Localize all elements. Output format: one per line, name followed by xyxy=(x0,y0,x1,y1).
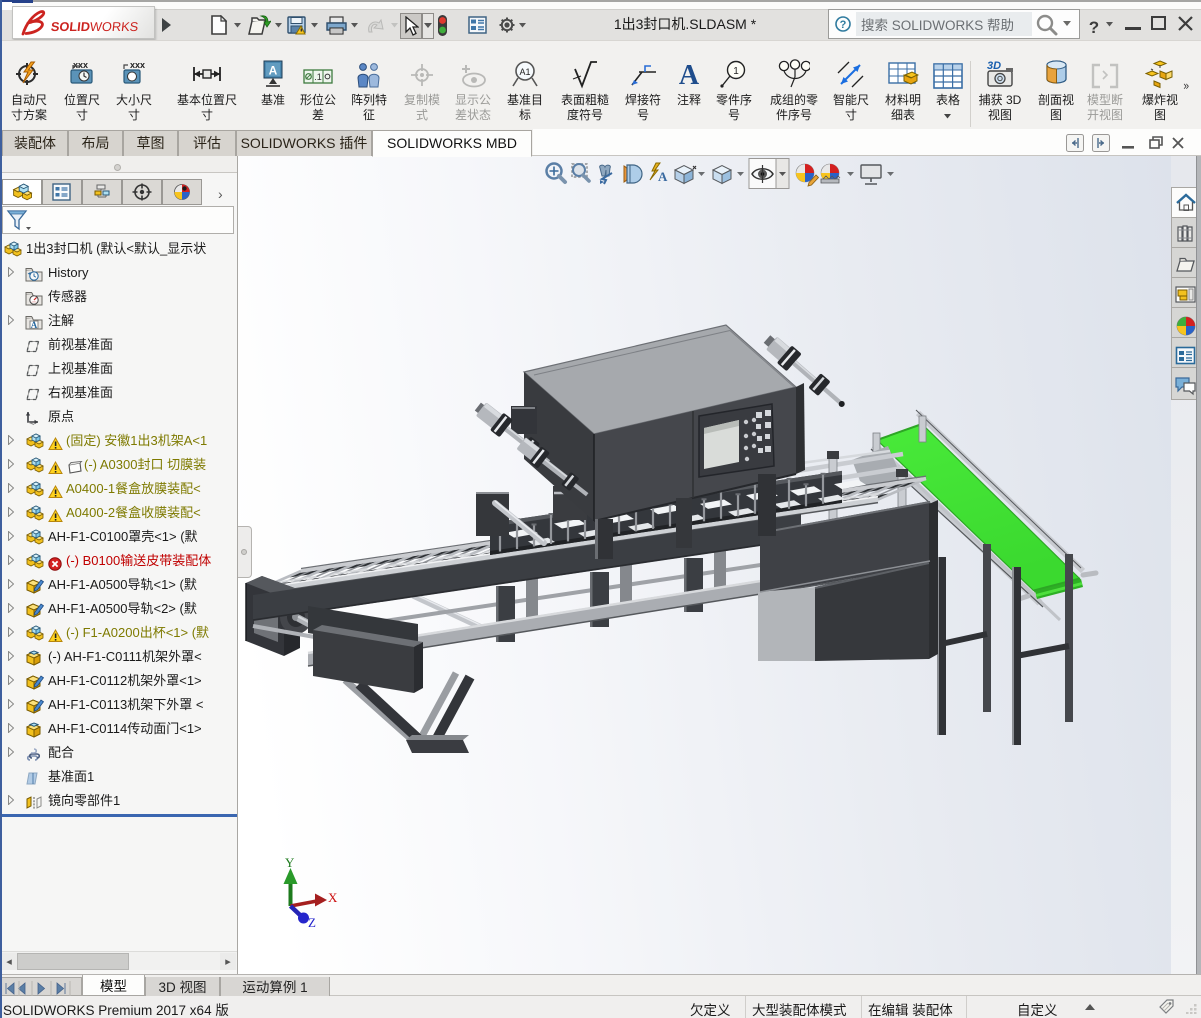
svg-text:Y: Y xyxy=(285,855,295,870)
svg-text:xxx: xxx xyxy=(130,60,145,70)
svg-text:A1: A1 xyxy=(519,67,530,77)
svg-text:A: A xyxy=(658,169,668,184)
svg-text:A: A xyxy=(31,320,38,330)
svg-text:xxx: xxx xyxy=(73,60,88,70)
svg-text:1: 1 xyxy=(733,66,739,77)
svg-text:A: A xyxy=(679,60,700,89)
svg-text:SOLID: SOLID xyxy=(50,19,91,34)
svg-text:3D: 3D xyxy=(987,60,1001,72)
svg-text:A: A xyxy=(269,64,278,78)
svg-text:Z: Z xyxy=(308,915,316,930)
svg-text:?: ? xyxy=(840,19,847,31)
svg-text:WORKS: WORKS xyxy=(89,19,139,34)
svg-text:X: X xyxy=(328,890,338,905)
svg-text:.1: .1 xyxy=(314,72,322,82)
